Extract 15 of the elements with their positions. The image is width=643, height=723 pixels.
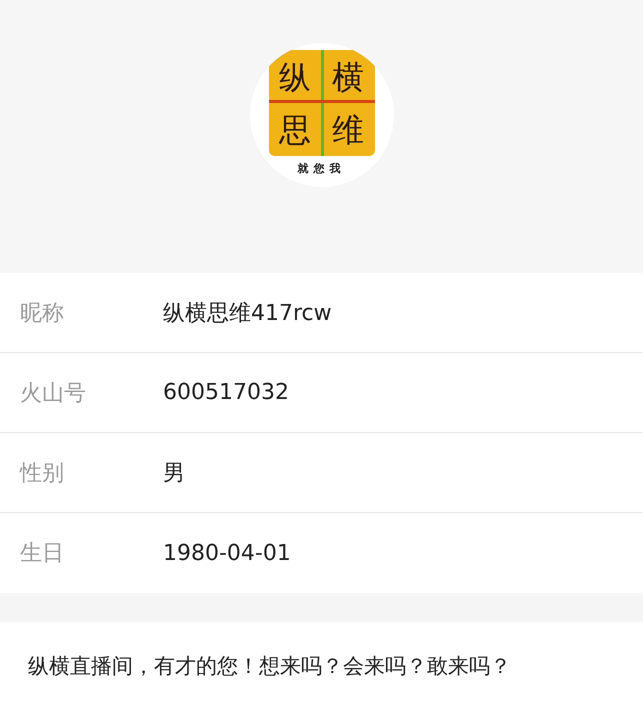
logo-character: 横 [331,56,365,98]
logo-character: 维 [331,110,365,150]
field-value: 男 [163,460,185,488]
field-value: 600517032 [163,380,289,405]
avatar[interactable]: 纵 横 思 维 就您我 [250,43,394,187]
field-value: 1980-04-01 [163,540,291,566]
logo-character: 思 [278,110,312,150]
field-label: 生日 [19,540,65,568]
field-value: 纵横思维417rcw [163,300,332,328]
field-label: 昵称 [19,300,65,328]
logo-character: 纵 [278,56,312,98]
bio-text: 纵横直播间，有才的您！想来吗？会来吗？敢来吗？ [28,653,512,680]
logo-caption: 就您我 [298,161,346,176]
field-label: 火山号 [19,380,87,408]
field-label: 性别 [18,460,65,488]
